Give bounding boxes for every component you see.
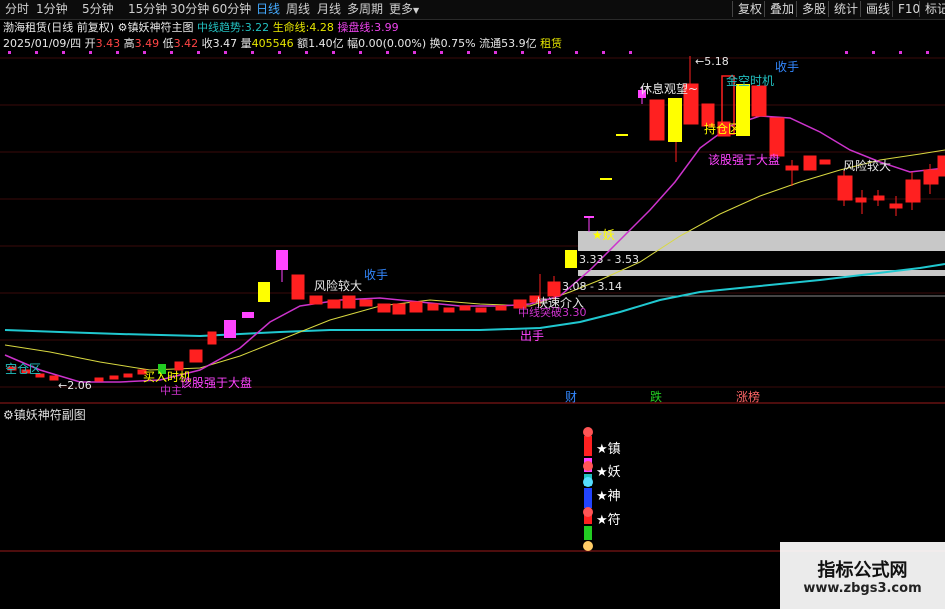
coin-icon [583,541,593,551]
gem-icon [583,427,593,437]
sub-label-zhen: ★镇 [596,442,621,457]
watermark-title: 指标公式网 [817,560,908,581]
sub-bar-4 [584,488,592,508]
sub-bar-1 [584,436,592,456]
sub-label-shen: ★神 [596,489,621,504]
sub-label-yao: ★妖 [596,465,621,480]
gem-icon [583,507,593,517]
watermark: 指标公式网 www.zbgs3.com [780,542,945,609]
sub-bar-6 [584,526,592,540]
watermark-url: www.zbgs3.com [803,581,922,596]
gem-icon [583,461,593,471]
gem-icon [583,477,593,487]
sub-label-fu: ★符 [596,513,621,528]
sub-chart [583,427,593,551]
